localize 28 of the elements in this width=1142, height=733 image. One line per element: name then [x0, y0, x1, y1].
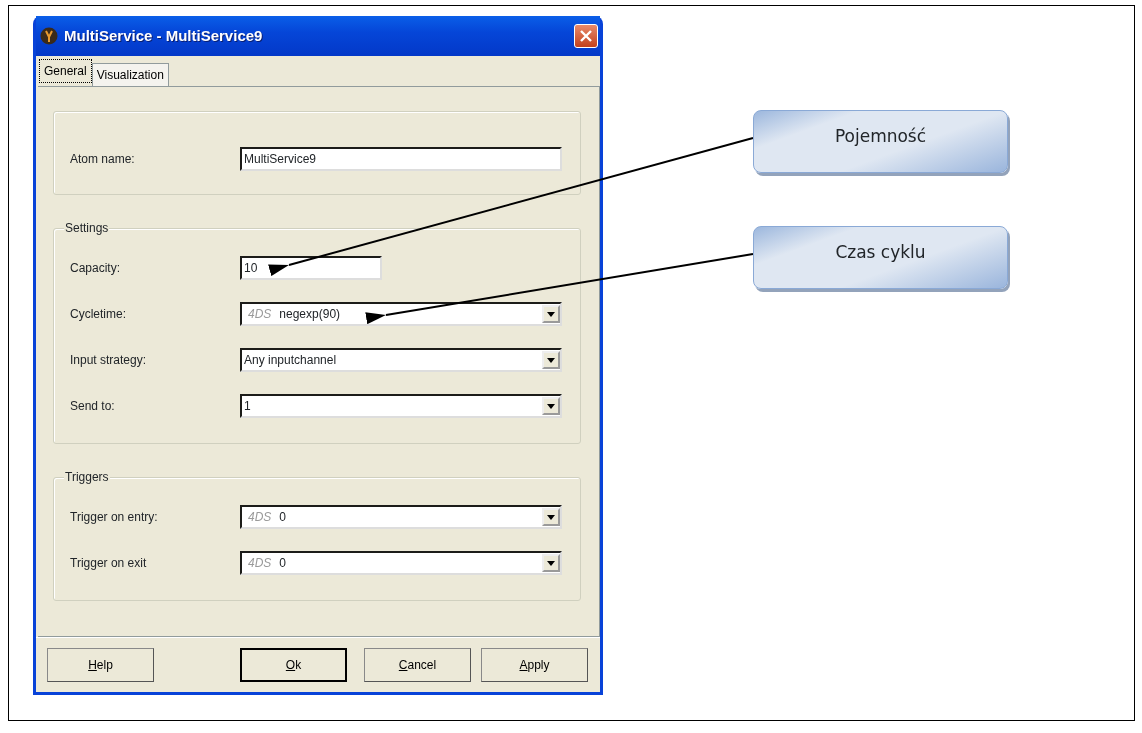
- close-icon: [579, 29, 593, 43]
- callout-label: Czas cyklu: [753, 226, 1008, 289]
- window-title: MultiService - MultiService9: [64, 25, 264, 46]
- dropdown-field[interactable]: Any inputchannel: [240, 348, 562, 372]
- group-label: Settings: [64, 221, 110, 235]
- field-label: Trigger on entry:: [70, 509, 159, 526]
- dropdown-field[interactable]: 4DS 0: [240, 551, 562, 575]
- input-field[interactable]: MultiService9: [240, 147, 562, 171]
- callout-label: Pojemność: [753, 110, 1008, 173]
- dialog-button[interactable]: Ok: [240, 648, 347, 682]
- close-button[interactable]: [574, 24, 598, 48]
- dialog-button[interactable]: Apply: [481, 648, 588, 682]
- dropdown-field[interactable]: 4DS negexp(90): [240, 302, 562, 326]
- dropdown-field[interactable]: 4DS 0: [240, 505, 562, 529]
- tab[interactable]: General: [39, 59, 92, 83]
- input-field[interactable]: 10: [240, 256, 382, 280]
- tab[interactable]: Visualization: [91, 63, 169, 86]
- field-label: Atom name:: [70, 151, 136, 168]
- field-label: Cycletime:: [70, 306, 127, 323]
- field-label: Trigger on exit: [70, 555, 148, 572]
- field-label: Capacity:: [70, 260, 122, 277]
- field-label: Send to:: [70, 398, 116, 415]
- group-label: Triggers: [64, 470, 110, 484]
- field-label: Input strategy:: [70, 352, 148, 369]
- dialog-button[interactable]: Cancel: [364, 648, 471, 682]
- dropdown-field[interactable]: 1: [240, 394, 562, 418]
- dialog-button[interactable]: Help: [47, 648, 154, 682]
- app-icon: [40, 27, 58, 45]
